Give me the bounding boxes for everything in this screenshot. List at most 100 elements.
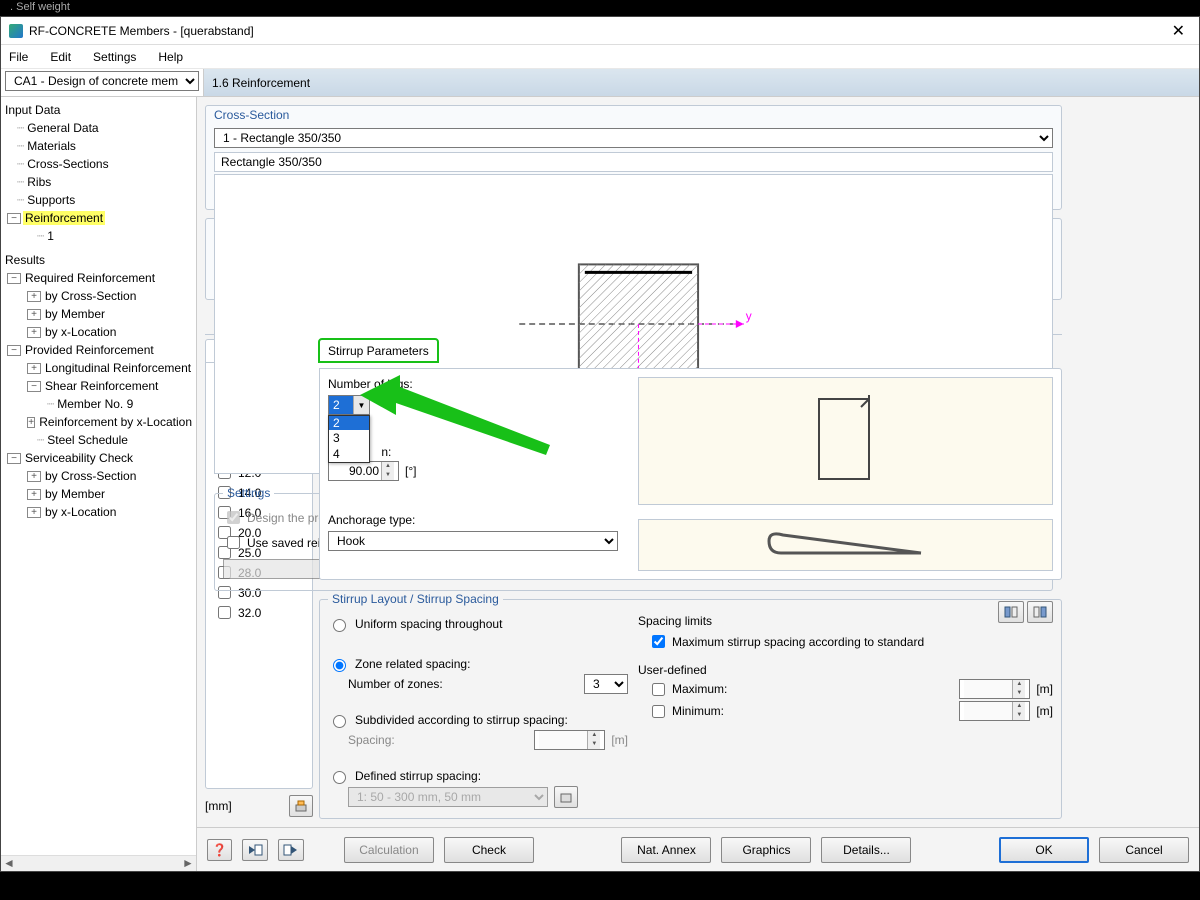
expand-icon[interactable]: + [27,363,41,374]
anchorage-diagram [638,519,1053,571]
tree-prov-shear[interactable]: Shear Reinforcement [43,379,160,393]
spacing-label: Spacing: [348,733,395,747]
defined-spacing-label: Defined stirrup spacing: [355,769,481,783]
menu-edit[interactable]: Edit [46,48,75,66]
prev-button[interactable] [242,839,268,861]
nat-annex-button[interactable]: Nat. Annex [621,837,711,863]
navigator-sidebar[interactable]: Input Data ┈General Data ┈Materials ┈Cro… [1,97,197,871]
menu-settings[interactable]: Settings [89,48,140,66]
background-window-hint: . Self weight [0,0,1200,16]
tree-serv-by-cs[interactable]: by Cross-Section [43,469,138,483]
tree-cross-sections[interactable]: Cross-Sections [25,157,110,171]
group-cross-section: Cross-Section [214,108,289,122]
collapse-icon[interactable]: − [7,273,21,284]
use-saved-checkbox[interactable] [227,536,240,549]
expand-icon[interactable]: + [27,417,35,428]
tree-general-data[interactable]: General Data [25,121,100,135]
app-icon [9,24,23,38]
legs-option-3[interactable]: 3 [329,430,369,446]
close-icon[interactable]: ✕ [1166,21,1191,41]
uniform-spacing-radio[interactable] [333,619,346,632]
legs-option-4[interactable]: 4 [329,446,369,462]
tree-input-data[interactable]: Input Data [3,103,62,117]
group-stirrup-layout: Stirrup Layout / Stirrup Spacing [328,592,503,606]
tree-ribs[interactable]: Ribs [25,175,53,189]
spacing-unit: [m] [611,733,628,747]
tree-req-by-cs[interactable]: by Cross-Section [43,289,138,303]
number-of-legs-label: Number of legs: [328,377,628,391]
diameter-settings-button[interactable] [289,795,313,817]
cross-section-name: Rectangle 350/350 [214,152,1053,172]
subdivided-spacing-radio[interactable] [333,715,346,728]
unit-m: [m] [1036,682,1053,696]
tree-member-9[interactable]: Member No. 9 [55,397,135,411]
user-max-label: Maximum: [672,682,727,696]
subtab-stirrup-parameters[interactable]: Stirrup Parameters [319,339,438,362]
ok-button[interactable]: OK [999,837,1089,863]
expand-icon[interactable]: + [27,489,41,500]
tree-provided-reinf[interactable]: Provided Reinforcement [23,343,156,357]
legs-option-2[interactable]: 2 [329,416,369,430]
tree-materials[interactable]: Materials [25,139,78,153]
zones-label: Number of zones: [348,677,443,691]
stirrup-diagram [638,377,1053,505]
tree-reinforcement-1[interactable]: 1 [45,229,56,243]
menu-file[interactable]: File [5,48,32,66]
defined-spacing-select: 1: 50 - 300 mm, 50 mm [348,787,548,807]
graphics-button[interactable]: Graphics [721,837,811,863]
window-title: RF-CONCRETE Members - [querabstand] [29,24,1166,38]
expand-icon[interactable]: + [27,309,41,320]
tree-serviceability[interactable]: Serviceability Check [23,451,135,465]
page-title: 1.6 Reinforcement [203,69,1199,96]
anchorage-type-select[interactable]: Hook [328,531,618,551]
case-select[interactable]: CA1 - Design of concrete memb [5,71,199,91]
tree-supports[interactable]: Supports [25,193,77,207]
cross-section-select[interactable]: 1 - Rectangle 350/350 [214,128,1053,148]
zones-select[interactable]: 3 [584,674,628,694]
cancel-button[interactable]: Cancel [1099,837,1189,863]
number-of-legs-select[interactable]: 2▼ 2 3 4 [328,395,370,415]
max-standard-checkbox[interactable] [652,635,665,648]
expand-icon[interactable]: + [27,471,41,482]
defined-spacing-radio[interactable] [333,771,346,784]
collapse-icon[interactable]: − [7,345,21,356]
tree-prov-long[interactable]: Longitudinal Reinforcement [43,361,193,375]
tree-serv-by-member[interactable]: by Member [43,487,107,501]
details-button[interactable]: Details... [821,837,911,863]
unit-mm: [mm] [205,799,232,813]
check-button[interactable]: Check [444,837,534,863]
user-min-checkbox[interactable] [652,705,665,718]
help-button[interactable]: ❓ [207,839,232,861]
collapse-icon[interactable]: − [7,213,21,224]
menu-help[interactable]: Help [154,48,187,66]
next-button[interactable] [278,839,304,861]
design-provided-checkbox [227,511,240,524]
collapse-icon[interactable]: − [7,453,21,464]
anchorage-type-label: Anchorage type: [328,513,628,527]
footer: ❓ Calculation Check Nat. Annex Graphics … [197,827,1199,871]
user-min-label: Minimum: [672,704,724,718]
expand-icon[interactable]: + [27,507,41,518]
tree-req-by-member[interactable]: by Member [43,307,107,321]
collapse-icon[interactable]: − [27,381,41,392]
sidebar-scrollbar[interactable]: ◄► [1,855,196,871]
user-min-spinner: ▲▼ [959,701,1030,721]
tree-results[interactable]: Results [3,253,47,267]
tree-req-by-xloc[interactable]: by x-Location [43,325,118,339]
max-standard-label: Maximum stirrup spacing according to sta… [672,635,924,649]
tree-reinforcement[interactable]: Reinforcement [23,211,105,225]
defined-spacing-edit-button[interactable] [554,786,578,808]
expand-icon[interactable]: + [27,291,41,302]
number-of-legs-dropdown[interactable]: 2 3 4 [328,415,370,463]
user-max-checkbox[interactable] [652,683,665,696]
expand-icon[interactable]: + [27,327,41,338]
tree-required-reinf[interactable]: Required Reinforcement [23,271,157,285]
tree-serv-by-xloc[interactable]: by x-Location [43,505,118,519]
tree-reinf-xloc[interactable]: Reinforcement by x-Location [37,415,194,429]
inclination-spinner[interactable]: ▲▼ [328,461,399,481]
tree-steel-schedule[interactable]: Steel Schedule [45,433,130,447]
zone-spacing-radio[interactable] [333,659,346,672]
user-max-spinner: ▲▼ [959,679,1030,699]
user-defined-label: User-defined [638,663,1053,677]
black-footer-bar [0,872,1200,900]
